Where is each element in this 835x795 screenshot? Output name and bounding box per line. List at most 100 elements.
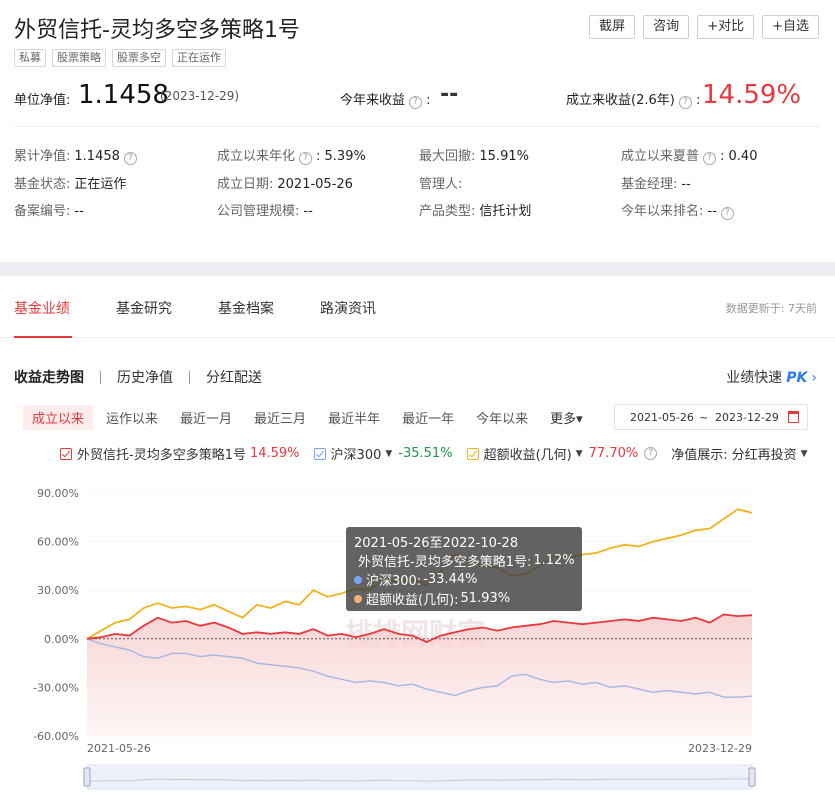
help-icon[interactable]: ? xyxy=(299,152,313,165)
date-tilde: ~ xyxy=(699,411,709,424)
ytd-label: 今年来收益? : xyxy=(340,93,431,109)
legend-fund[interactable]: 外贸信托-灵均多空多策略1号 14.59% xyxy=(60,444,300,463)
help-icon[interactable]: ? xyxy=(678,96,692,109)
subtab-history-nav[interactable]: 历史净值 xyxy=(117,367,173,387)
tab-performance[interactable]: 基金业绩 xyxy=(14,298,70,318)
caret-down-icon[interactable]: ▼ xyxy=(576,449,583,459)
info-item: 成立日期: 2021-05-26 xyxy=(217,173,353,192)
legend-excess-name: 超额收益(几何) xyxy=(483,448,572,463)
legend-excess[interactable]: 超额收益(几何) ▼ 77.70% ? xyxy=(466,444,658,463)
chevron-right-icon: › xyxy=(811,370,817,386)
data-update-time: 数据更新于: 7天前 xyxy=(725,302,817,315)
screenshot-button[interactable]: 截屏 xyxy=(589,15,636,39)
y-tick-label: 30.00% xyxy=(37,584,79,597)
since-inception-value: 14.59% xyxy=(702,80,802,110)
checkbox-icon[interactable] xyxy=(313,447,326,460)
help-icon[interactable]: ? xyxy=(703,152,717,165)
info-item: 成立以来夏普?: 0.40 xyxy=(621,145,757,165)
nav-date: (2023-12-29) xyxy=(160,89,240,103)
quick-pk-label: 业绩快速 xyxy=(726,370,783,386)
range-1m[interactable]: 最近一月 xyxy=(171,405,241,430)
caret-down-icon[interactable]: ▼ xyxy=(801,449,808,459)
info-value: -- xyxy=(303,204,313,219)
info-label: 累计净值: xyxy=(14,149,71,164)
chart-tooltip: 2021-05-26至2022-10-28 外贸信托-灵均多空多策略1号: 1.1… xyxy=(346,527,582,611)
info-item: 基金经理: -- xyxy=(621,173,691,192)
dot-icon xyxy=(354,594,362,603)
checkbox-icon[interactable] xyxy=(60,447,72,460)
help-icon[interactable]: ? xyxy=(644,447,658,460)
info-value: 2021-05-26 xyxy=(277,177,353,192)
tag-stock-strategy: 股票策略 xyxy=(52,49,106,67)
tooltip-row-fund: 外贸信托-灵均多空多策略1号: 1.12% xyxy=(358,553,575,570)
x-tick-label: 2021-05-26 xyxy=(87,742,151,755)
tooltip-title: 2021-05-26至2022-10-28 xyxy=(354,536,519,551)
section-separator xyxy=(0,262,835,276)
nav-display-value: 分红再投资 xyxy=(731,448,797,463)
range-6m[interactable]: 最近半年 xyxy=(319,405,389,430)
info-label: 基金状态: xyxy=(14,177,71,192)
info-item: 今年以来排名: --? xyxy=(621,200,734,220)
info-value: : 5.39% xyxy=(316,149,366,164)
subtab-return-trend[interactable]: 收益走势图 xyxy=(14,367,84,387)
fund-title: 外贸信托-灵均多空多策略1号 xyxy=(14,18,300,43)
subtab-dividends[interactable]: 分红配送 xyxy=(206,367,262,387)
help-icon[interactable]: ? xyxy=(409,96,423,109)
compare-button[interactable]: +对比 xyxy=(697,15,755,39)
y-tick-label: 60.00% xyxy=(37,536,79,549)
range-selector: 成立以来 运作以来 最近一月 最近三月 最近半年 最近一年 今年以来 更多▾ xyxy=(23,405,596,430)
date-start: 2021-05-26 xyxy=(630,411,694,424)
tab-research[interactable]: 基金研究 xyxy=(116,298,172,318)
range-more-dropdown[interactable]: 更多▾ xyxy=(541,405,592,430)
divider xyxy=(189,370,190,384)
info-item: 累计净值: 1.1458? xyxy=(14,145,137,165)
calendar-icon[interactable] xyxy=(788,411,799,423)
info-item: 备案编号: -- xyxy=(14,200,84,219)
legend-index-value: -35.51% xyxy=(398,446,453,461)
info-value: -- xyxy=(681,177,691,192)
return-trend-chart[interactable]: 90.00%60.00%30.00%0.00%-30.00%-60.00%排排网… xyxy=(0,478,835,795)
legend-fund-value: 14.59% xyxy=(249,446,300,461)
tag-long-short: 股票多空 xyxy=(112,49,166,67)
range-1y[interactable]: 最近一年 xyxy=(393,405,463,430)
info-value: : 0.40 xyxy=(720,149,758,164)
info-label: 成立以来夏普 xyxy=(621,149,700,164)
info-label: 产品类型: xyxy=(419,204,476,219)
range-since-operation[interactable]: 运作以来 xyxy=(97,405,167,430)
consult-button[interactable]: 咨询 xyxy=(643,15,690,39)
info-item: 公司管理规模: -- xyxy=(217,200,313,219)
info-label: 备案编号: xyxy=(14,204,71,219)
range-3m[interactable]: 最近三月 xyxy=(245,405,315,430)
nav-display-label: 净值展示: xyxy=(671,448,728,463)
info-item: 最大回撤: 15.91% xyxy=(419,145,529,164)
caret-down-icon[interactable]: ▼ xyxy=(385,449,392,459)
info-value: 15.91% xyxy=(479,149,529,164)
quick-pk-link[interactable]: 业绩快速 PK › xyxy=(726,367,817,387)
nav-label: 单位净值: xyxy=(14,93,71,108)
checkbox-icon[interactable] xyxy=(466,447,479,460)
help-icon[interactable]: ? xyxy=(720,207,734,220)
tag-status: 正在运作 xyxy=(172,49,226,67)
info-label: 最大回撤: xyxy=(419,149,476,164)
info-value: -- xyxy=(707,204,717,219)
info-value: 信托计划 xyxy=(479,204,532,219)
range-since-inception[interactable]: 成立以来 xyxy=(23,405,94,430)
range-ytd[interactable]: 今年以来 xyxy=(467,405,537,430)
date-range-picker[interactable]: 2021-05-26 ~ 2023-12-29 xyxy=(614,404,808,430)
legend-index[interactable]: 沪深300 ▼ -35.51% xyxy=(313,444,453,463)
tab-archive[interactable]: 基金档案 xyxy=(218,298,274,318)
toolbar: 截屏 咨询 +对比 +自选 xyxy=(589,15,819,39)
nav-summary: 单位净值: 1.1458 (2023-12-29) 今年来收益? : -- 成立… xyxy=(14,80,820,112)
nav-value: 1.1458 xyxy=(78,80,169,110)
watchlist-button[interactable]: +自选 xyxy=(762,15,819,39)
navigator-right-handle[interactable] xyxy=(748,767,756,787)
info-label: 成立以来年化 xyxy=(217,149,296,164)
y-tick-label: 0.00% xyxy=(44,633,79,646)
help-icon[interactable]: ? xyxy=(123,152,137,165)
tab-roadshow[interactable]: 路演资讯 xyxy=(320,298,376,318)
pk-label: PK xyxy=(786,370,808,386)
nav-display-mode[interactable]: 净值展示: 分红再投资 ▼ xyxy=(671,444,807,463)
range-navigator[interactable] xyxy=(86,764,753,790)
fund-tags: 私募 股票策略 股票多空 正在运作 xyxy=(14,49,226,67)
navigator-left-handle[interactable] xyxy=(83,767,91,787)
